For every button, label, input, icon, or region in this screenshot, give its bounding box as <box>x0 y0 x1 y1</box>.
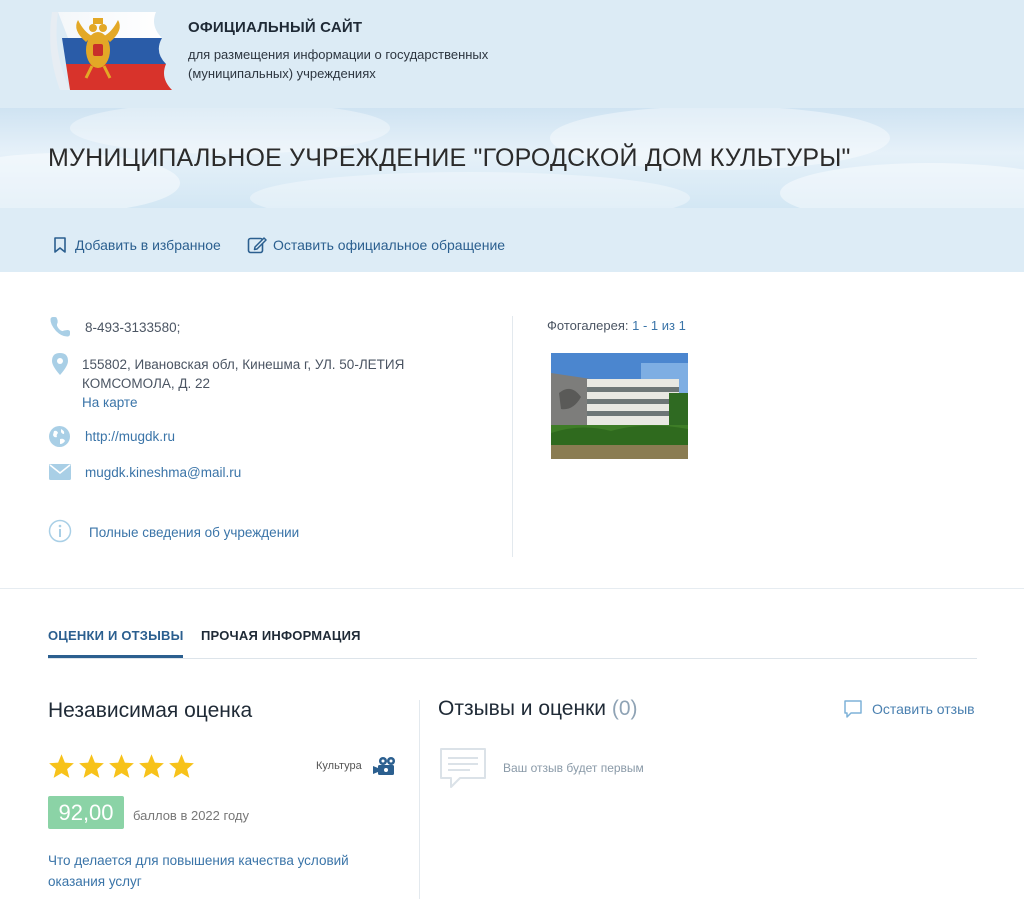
camera-icon <box>373 757 395 775</box>
official-appeal-button[interactable]: Оставить официальное обращение <box>247 236 505 254</box>
rating-stars <box>48 753 195 779</box>
star-icon <box>79 754 104 778</box>
site-title: ОФИЦИАЛЬНЫЙ САЙТ <box>188 19 363 36</box>
empty-reviews-text: Ваш отзыв будет первым <box>503 761 644 775</box>
leave-review-label: Оставить отзыв <box>872 701 975 717</box>
category-label: Культура <box>316 760 362 772</box>
official-appeal-label: Оставить официальное обращение <box>273 237 506 253</box>
russian-coat-of-arms-logo[interactable] <box>50 12 172 90</box>
organization-name: МУНИЦИПАЛЬНОЕ УЧРЕЖДЕНИЕ "ГОРОДСКОЙ ДОМ … <box>48 144 851 172</box>
map-link[interactable]: На карте <box>82 393 137 412</box>
star-icon <box>49 754 74 778</box>
tab-other-info[interactable]: ПРОЧАЯ ИНФОРМАЦИЯ <box>201 628 361 643</box>
score-note: баллов в 2022 году <box>133 808 249 823</box>
reviews-title: Отзывы и оценки (0) <box>438 697 638 721</box>
quality-improvement-link[interactable]: Что делается для повышения качества усло… <box>48 850 388 892</box>
add-to-favorites-label: Добавить в избранное <box>75 237 221 253</box>
gallery-label-text: Фотогалерея: <box>547 318 629 333</box>
bookmark-icon <box>54 237 66 253</box>
empty-comments-icon <box>440 748 486 788</box>
score-badge: 92,00 <box>48 796 124 829</box>
star-icon <box>169 754 194 778</box>
tabs-baseline <box>48 658 977 659</box>
active-tab-indicator <box>48 655 183 658</box>
info-icon <box>48 519 72 543</box>
reviews-count: (0) <box>611 697 638 720</box>
comment-icon <box>844 700 862 718</box>
edit-icon <box>247 237 267 254</box>
independent-rating-title: Независимая оценка <box>48 699 253 722</box>
section-divider <box>0 588 1024 589</box>
address-text: 155802, Ивановская обл, Кинешма г, УЛ. 5… <box>82 357 405 391</box>
leave-review-button[interactable]: Оставить отзыв <box>843 699 975 719</box>
location-pin-icon <box>52 353 68 375</box>
rating-divider <box>419 700 420 899</box>
contacts-divider <box>512 316 513 557</box>
website-link[interactable]: http://mugdk.ru <box>85 427 175 446</box>
mail-icon <box>49 464 71 480</box>
star-icon <box>139 754 164 778</box>
star-icon <box>109 754 134 778</box>
gallery-photo-thumbnail[interactable] <box>551 353 688 459</box>
add-to-favorites-button[interactable]: Добавить в избранное <box>51 236 221 254</box>
phone-icon <box>50 317 70 337</box>
phone-text: 8-493-3133580; <box>85 320 181 335</box>
globe-icon <box>49 426 70 447</box>
gallery-label: Фотогалерея: 1 - 1 из 1 <box>547 318 686 333</box>
gallery-count: 1 - 1 из 1 <box>632 318 686 333</box>
tab-ratings-reviews[interactable]: ОЦЕНКИ И ОТЗЫВЫ <box>48 628 184 643</box>
email-link[interactable]: mugdk.kineshma@mail.ru <box>85 463 241 482</box>
full-info-link[interactable]: Полные сведения об учреждении <box>89 523 299 542</box>
site-subtitle: для размещения информации о государствен… <box>188 47 489 81</box>
reviews-title-text: Отзывы и оценки <box>438 697 606 720</box>
